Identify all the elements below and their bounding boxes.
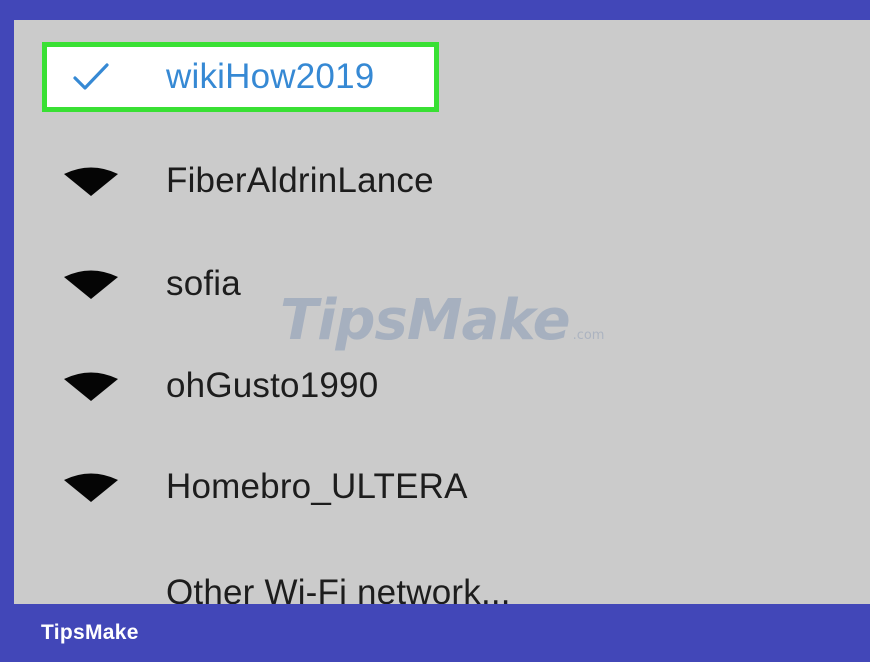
network-name: FiberAldrinLance [166, 161, 434, 200]
footer-bar: TipsMake [0, 604, 870, 662]
wifi-signal-icon [62, 465, 120, 509]
network-name: sofia [166, 264, 241, 303]
network-item[interactable]: FiberAldrinLance [14, 139, 870, 223]
network-name: ohGusto1990 [166, 366, 379, 405]
other-network-label: Other Wi-Fi network... [166, 573, 511, 604]
wifi-signal-icon [62, 159, 120, 203]
network-item-selected[interactable]: wikiHow2019 [14, 35, 870, 119]
wifi-network-list: wikiHow2019 FiberAldrinLance sofia ohGus… [14, 20, 870, 604]
network-name: Homebro_ULTERA [166, 467, 468, 506]
wifi-signal-icon [62, 262, 120, 306]
wifi-signal-icon [62, 364, 120, 408]
network-name: wikiHow2019 [166, 57, 375, 96]
other-network-item[interactable]: Other Wi-Fi network... [14, 551, 870, 604]
network-item[interactable]: ohGusto1990 [14, 344, 870, 428]
network-item[interactable]: sofia [14, 242, 870, 326]
network-item[interactable]: Homebro_ULTERA [14, 445, 870, 529]
footer-brand: TipsMake [41, 621, 139, 644]
checkmark-icon [62, 55, 120, 99]
